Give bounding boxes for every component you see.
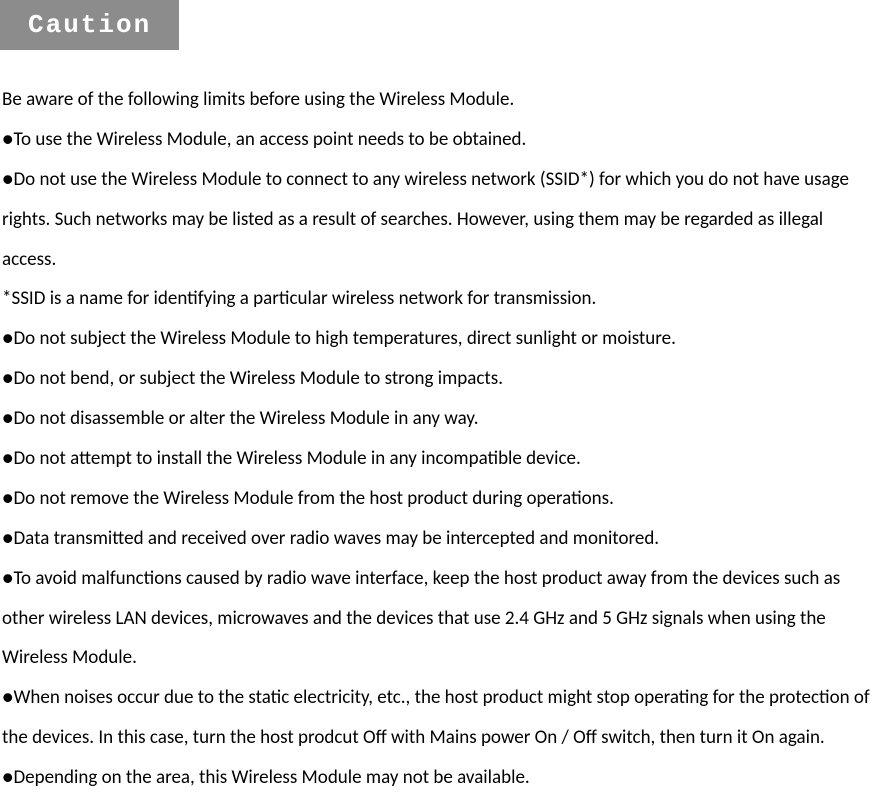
intro-text: Be aware of the following limits before … [2, 80, 881, 120]
bullet-item-6: ●Do not attempt to install the Wireless … [2, 439, 881, 479]
caution-header-badge: Caution [0, 0, 179, 50]
caution-content: Be aware of the following limits before … [0, 80, 881, 798]
bullet-item-1: ●To use the Wireless Module, an access p… [2, 120, 881, 160]
ssid-note: *SSID is a name for identifying a partic… [2, 279, 881, 319]
bullet-item-4: ●Do not bend, or subject the Wireless Mo… [2, 359, 881, 399]
bullet-item-7: ●Do not remove the Wireless Module from … [2, 479, 881, 519]
bullet-item-11: ●Depending on the area, this Wireless Mo… [2, 758, 881, 798]
bullet-item-3: ●Do not subject the Wireless Module to h… [2, 319, 881, 359]
bullet-item-2: ●Do not use the Wireless Module to conne… [2, 160, 881, 280]
bullet-item-5: ●Do not disassemble or alter the Wireles… [2, 399, 881, 439]
bullet-item-10: ●When noises occur due to the static ele… [2, 678, 881, 758]
bullet-item-9: ●To avoid malfunctions caused by radio w… [2, 559, 881, 679]
bullet-item-8: ●Data transmitted and received over radi… [2, 519, 881, 559]
